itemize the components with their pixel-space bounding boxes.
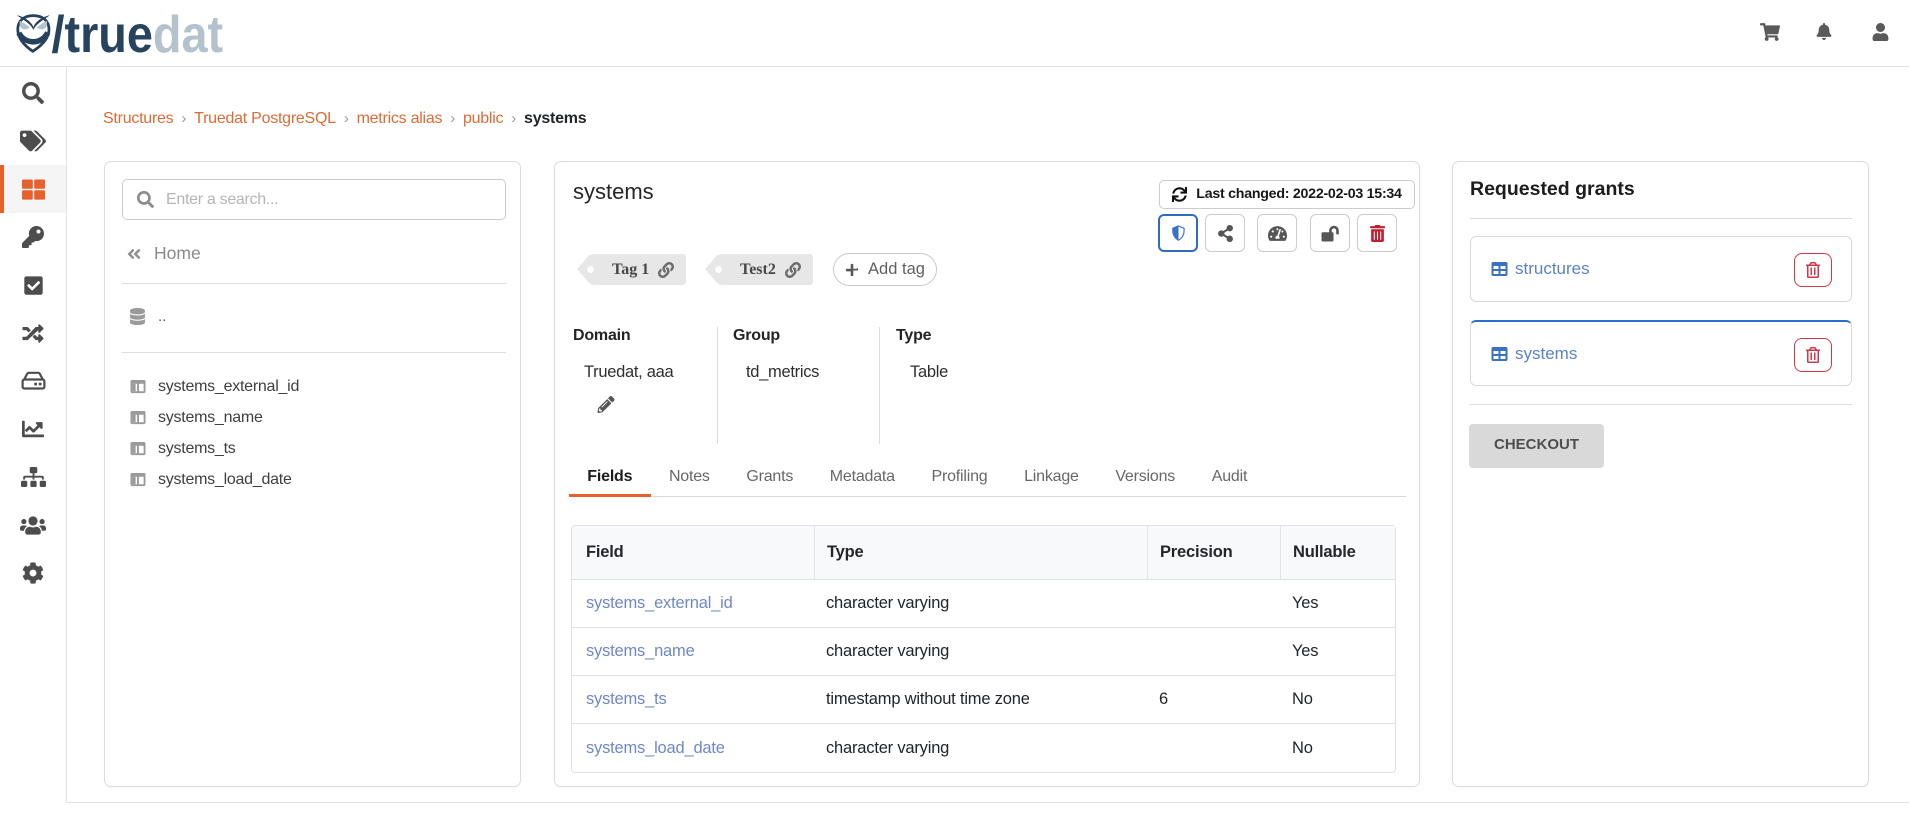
svg-text:/truedat: /truedat [52, 6, 224, 62]
